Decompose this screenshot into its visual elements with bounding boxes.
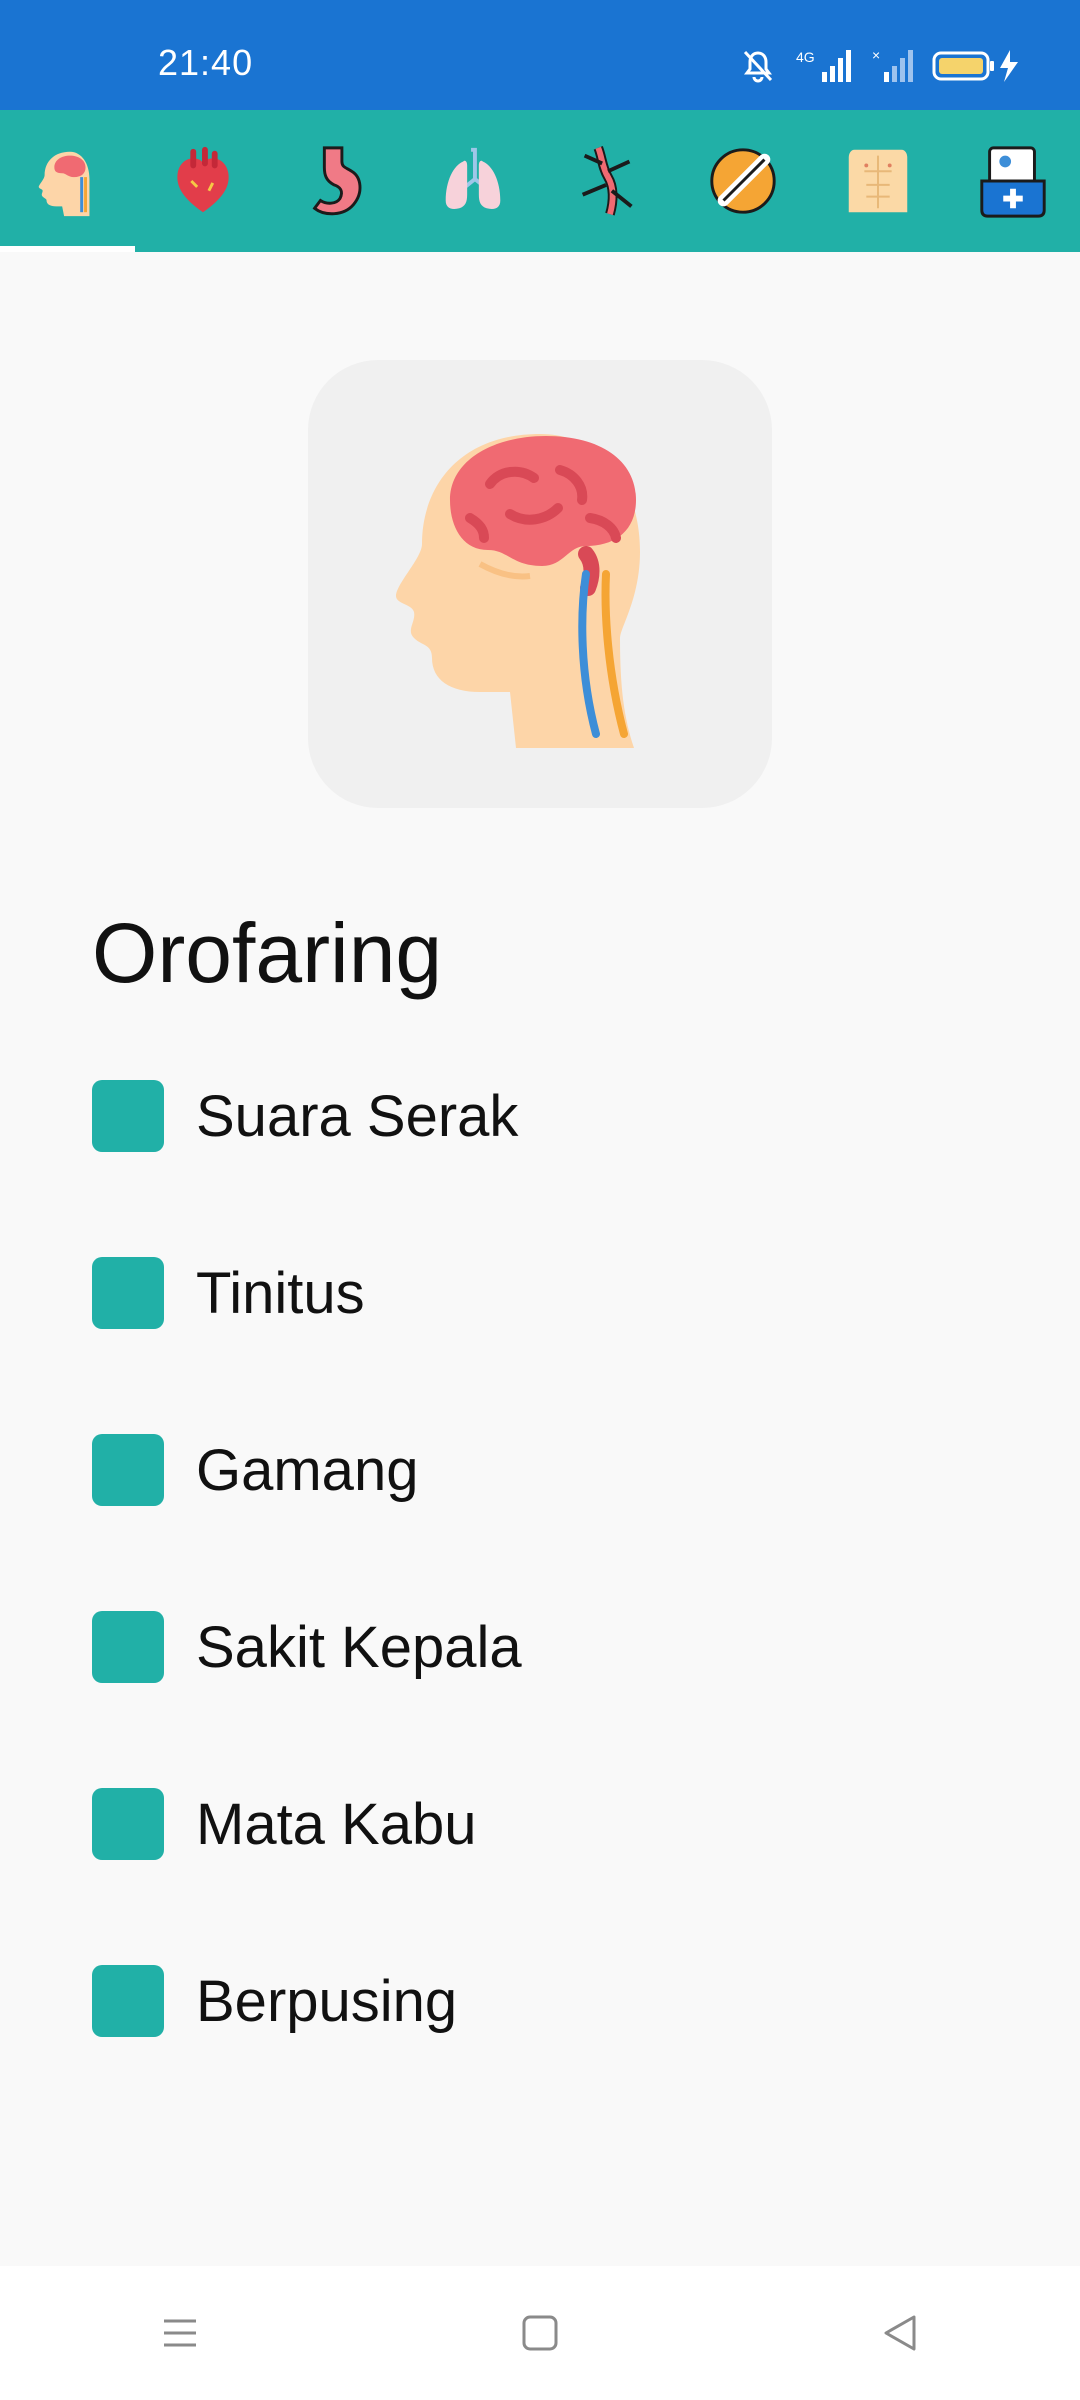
head-brain-icon	[396, 434, 640, 748]
symptom-checkbox[interactable]	[92, 1434, 164, 1506]
symptom-item-tinitus[interactable]: Tinitus	[92, 1257, 992, 1329]
medical-record-icon	[979, 146, 1046, 218]
symptom-label: Mata Kabu	[196, 1791, 477, 1857]
symptom-checkbox[interactable]	[92, 1965, 164, 2037]
category-tab-bar	[0, 110, 1080, 252]
symptom-checkbox[interactable]	[92, 1257, 164, 1329]
torso-icon	[848, 149, 907, 213]
system-navigation-bar	[0, 2266, 1080, 2400]
home-square-icon	[522, 2315, 558, 2351]
symptom-item-sakit-kepala[interactable]: Sakit Kepala	[92, 1611, 992, 1683]
signal-4g-icon: 4G	[796, 49, 851, 82]
head-brain-icon	[38, 151, 89, 217]
signal-weak-icon: ×	[872, 48, 913, 82]
symptom-checkbox[interactable]	[92, 1611, 164, 1683]
lungs-icon	[445, 147, 500, 210]
tab-medical-record[interactable]	[945, 110, 1080, 252]
symptom-item-mata-kabu[interactable]: Mata Kabu	[92, 1788, 992, 1860]
tab-joint[interactable]	[675, 110, 810, 252]
back-button[interactable]	[840, 2293, 960, 2373]
status-time: 21:40	[158, 42, 254, 83]
joint-icon	[709, 148, 776, 214]
symptom-label: Tinitus	[196, 1260, 365, 1326]
network-label: 4G	[796, 49, 815, 65]
page-title: Orofaring	[92, 906, 443, 1000]
symptom-label: Sakit Kepala	[196, 1614, 522, 1680]
tab-lungs[interactable]	[405, 110, 540, 252]
tab-stomach[interactable]	[270, 110, 405, 252]
selected-tab-indicator	[0, 246, 135, 252]
tab-vessels[interactable]	[540, 110, 675, 252]
menu-icon	[164, 2319, 196, 2347]
symptom-checkbox[interactable]	[92, 1788, 164, 1860]
symptom-label: Suara Serak	[196, 1083, 519, 1149]
tab-heart[interactable]	[135, 110, 270, 252]
recents-button[interactable]	[120, 2293, 240, 2373]
heart-icon	[176, 146, 229, 213]
hero-image-card	[308, 360, 772, 808]
blood-vessels-icon	[581, 146, 633, 216]
home-button[interactable]	[480, 2293, 600, 2373]
status-icons: 4G ×	[742, 46, 1020, 86]
symptom-list: Suara Serak Tinitus Gamang Sakit Kepala …	[92, 1080, 992, 2142]
symptom-item-berpusing[interactable]: Berpusing	[92, 1965, 992, 2037]
symptom-item-gamang[interactable]: Gamang	[92, 1434, 992, 1506]
svg-text:×: ×	[872, 48, 880, 63]
notifications-muted-icon	[743, 50, 773, 83]
symptom-checkbox[interactable]	[92, 1080, 164, 1152]
symptom-label: Berpusing	[196, 1968, 458, 2034]
symptom-label: Gamang	[196, 1437, 419, 1503]
tab-head[interactable]	[0, 110, 135, 252]
battery-charging-icon	[932, 50, 1018, 82]
back-triangle-icon	[884, 2315, 916, 2351]
status-bar: 21:40 4G ×	[0, 0, 1080, 110]
stomach-icon	[312, 146, 361, 216]
symptom-item-suara-serak[interactable]: Suara Serak	[92, 1080, 992, 1152]
tab-torso[interactable]	[810, 110, 945, 252]
